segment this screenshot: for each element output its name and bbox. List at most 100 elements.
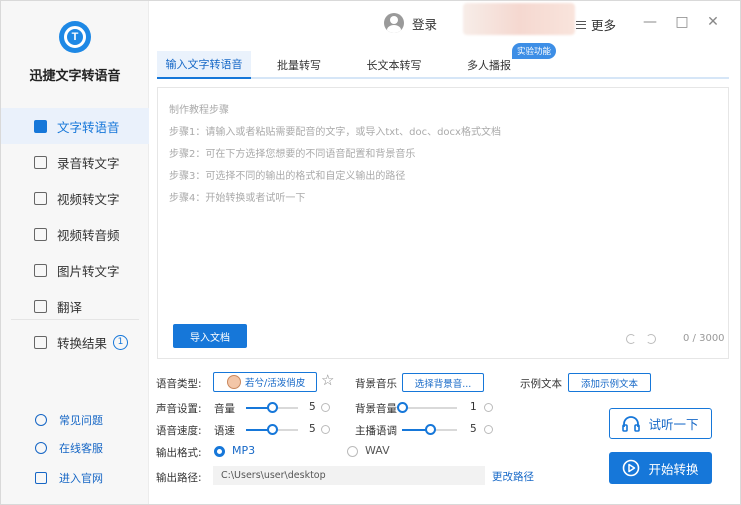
video-icon <box>34 191 47 205</box>
minimize-button[interactable]: — <box>642 14 658 30</box>
undo-icon[interactable] <box>626 334 636 344</box>
bgm-volume-reset-icon[interactable] <box>484 403 493 412</box>
app-title: 迅捷文字转语音 <box>29 69 121 84</box>
speed-slider-handle[interactable] <box>267 424 278 435</box>
app-logo-icon: T <box>59 21 91 53</box>
login-button[interactable]: 登录 <box>384 13 437 33</box>
redo-icon[interactable] <box>646 334 656 344</box>
editor-hint: 步骤2：可在下方选择您想要的不同语音配置和背景音乐 <box>169 149 416 160</box>
maximize-button[interactable]: □ <box>674 14 690 30</box>
editor-hint: 制作教程步骤 <box>169 105 229 116</box>
tab-input-text[interactable]: 输入文字转语音 <box>157 51 251 79</box>
text-to-speech-icon <box>34 119 47 133</box>
sidebar-item-video-to-audio[interactable]: 视频转音频 <box>1 216 149 252</box>
sidebar-item-label: 图片转文字 <box>57 263 120 279</box>
select-bgm-button[interactable]: 选择背景音... <box>402 373 484 392</box>
website-icon <box>35 472 47 484</box>
more-menu-button[interactable]: 更多 <box>576 15 616 34</box>
sample-text-label: 示例文本 <box>520 378 562 390</box>
translate-icon <box>34 299 47 313</box>
editor-hint: 步骤1：请输入或者粘贴需要配音的文字，或导入txt、doc、docx格式文档 <box>169 127 501 138</box>
bgm-volume-slider-handle[interactable] <box>397 402 408 413</box>
logo-letter: T <box>64 26 86 48</box>
bgm-volume-slider[interactable] <box>397 402 457 413</box>
output-path-label: 输出路径: <box>156 472 202 484</box>
top-bar: 登录 更多 — □ ✕ <box>150 1 740 49</box>
start-conversion-button[interactable]: 开始转换 <box>609 452 712 484</box>
speed-group-label: 语音速度: <box>156 425 202 437</box>
speed-reset-icon[interactable] <box>321 425 330 434</box>
editor-hint: 步骤3：可选择不同的输出的格式和自定义输出的路径 <box>169 171 406 182</box>
image-icon <box>34 263 47 277</box>
help-icon <box>35 414 47 426</box>
volume-slider[interactable] <box>246 402 298 413</box>
more-label: 更多 <box>591 18 617 33</box>
sidebar-item-label: 翻译 <box>57 299 83 315</box>
volume-reset-icon[interactable] <box>321 403 330 412</box>
sidebar-item-image-to-text[interactable]: 图片转文字 <box>1 252 149 288</box>
results-count-badge: 1 <box>113 334 129 350</box>
headset-icon <box>35 442 47 454</box>
website-link[interactable]: 进入官网 <box>35 470 103 486</box>
change-path-link[interactable]: 更改路径 <box>492 469 534 484</box>
output-format-label: 输出格式: <box>156 447 202 459</box>
sidebar-item-label: 录音转文字 <box>57 155 120 171</box>
listen-label: 试听一下 <box>648 417 699 432</box>
sidebar-item-label: 视频转音频 <box>57 227 120 243</box>
volume-label: 音量 <box>214 403 235 415</box>
user-avatar-icon <box>384 13 404 33</box>
format-wav-radio[interactable] <box>347 446 358 457</box>
volume-slider-handle[interactable] <box>267 402 278 413</box>
sidebar-item-label: 文字转语音 <box>57 119 120 135</box>
voice-avatar-icon <box>227 375 241 389</box>
help-label: 常见问题 <box>59 414 103 427</box>
voice-type-label: 语音类型: <box>156 378 202 390</box>
add-sample-text-button[interactable]: 添加示例文本 <box>568 373 651 392</box>
online-service-link[interactable]: 在线客服 <box>35 440 103 456</box>
character-counter: 0 / 3000 <box>683 333 725 344</box>
start-label: 开始转换 <box>648 461 699 477</box>
pitch-slider[interactable] <box>402 424 457 435</box>
editor-hint: 步骤4：开始转换或者试听一下 <box>169 193 306 204</box>
tab-long-text[interactable]: 长文本转写 <box>347 51 441 79</box>
format-mp3-label[interactable]: MP3 <box>232 444 255 457</box>
promo-banner[interactable] <box>463 3 575 35</box>
pitch-reset-icon[interactable] <box>484 425 493 434</box>
sidebar-divider <box>11 319 139 320</box>
format-mp3-radio[interactable] <box>214 446 225 457</box>
tab-batch[interactable]: 批量转写 <box>257 51 341 79</box>
recording-icon <box>34 155 47 169</box>
help-link[interactable]: 常见问题 <box>35 412 103 428</box>
sidebar-item-results[interactable]: 转换结果 1 <box>1 324 149 360</box>
speed-label: 语速 <box>214 425 235 437</box>
speed-value: 5 <box>309 423 316 435</box>
mode-tabs: 输入文字转语音 批量转写 长文本转写 多人播报 <box>157 51 729 79</box>
import-document-button[interactable]: 导入文档 <box>173 324 247 348</box>
text-editor[interactable]: 制作教程步骤 步骤1：请输入或者粘贴需要配音的文字，或导入txt、doc、doc… <box>157 87 729 359</box>
pitch-label: 主播语调 <box>355 425 397 437</box>
website-label: 进入官网 <box>59 472 103 485</box>
login-label: 登录 <box>412 16 438 32</box>
bgm-volume-label: 背景音量 <box>355 403 397 415</box>
output-path-field[interactable]: C:\Users\user\desktop <box>213 466 485 485</box>
sidebar-item-video-to-text[interactable]: 视频转文字 <box>1 180 149 216</box>
experimental-badge: 实验功能 <box>512 43 557 59</box>
favorite-star-icon[interactable]: ☆ <box>321 373 334 388</box>
bgm-label: 背景音乐 <box>355 378 397 390</box>
voice-name: 若兮/活泼俏皮 <box>245 378 306 389</box>
voice-select-button[interactable]: 若兮/活泼俏皮 <box>213 372 317 392</box>
headphones-icon <box>622 415 641 432</box>
sidebar-item-recording-to-text[interactable]: 录音转文字 <box>1 144 149 180</box>
format-wav-label[interactable]: WAV <box>365 444 390 457</box>
speed-slider[interactable] <box>246 424 298 435</box>
pitch-slider-handle[interactable] <box>424 424 436 435</box>
video-audio-icon <box>34 227 47 241</box>
online-service-label: 在线客服 <box>59 442 103 455</box>
sidebar-item-text-to-speech[interactable]: 文字转语音 <box>1 108 149 144</box>
play-circle-icon <box>622 459 640 477</box>
menu-icon <box>576 20 586 29</box>
close-button[interactable]: ✕ <box>705 14 721 30</box>
sidebar-item-label: 视频转文字 <box>57 191 120 207</box>
volume-value: 5 <box>309 401 316 413</box>
listen-button[interactable]: 试听一下 <box>609 408 712 439</box>
